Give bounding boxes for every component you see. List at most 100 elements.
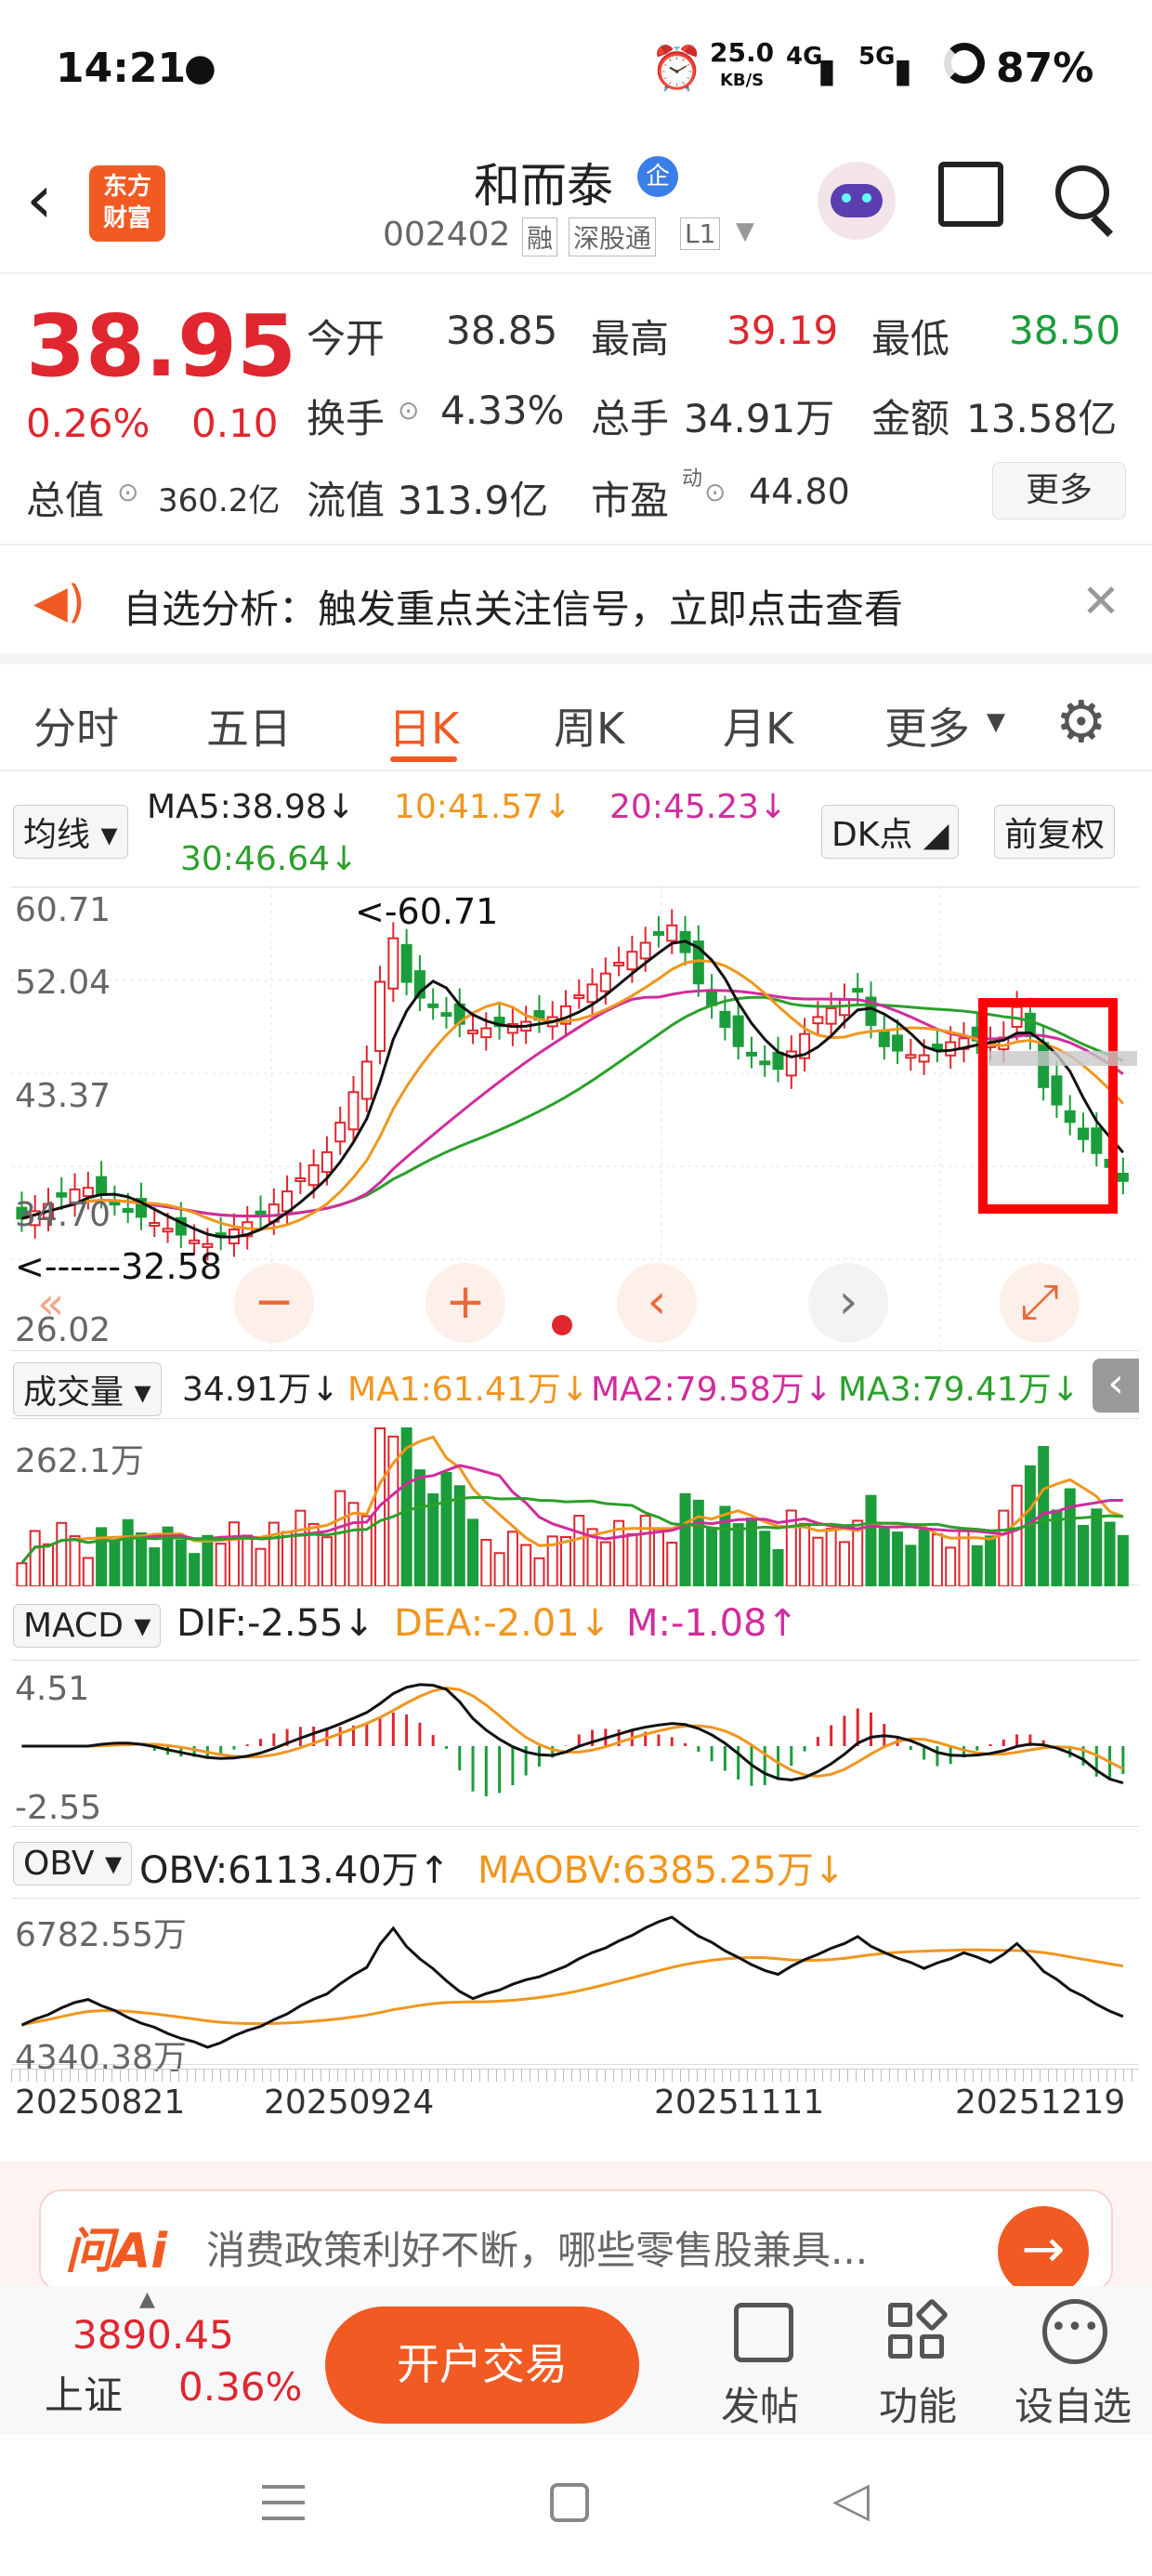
gear-icon[interactable]: ⚙: [1055, 688, 1107, 756]
more-button[interactable]: 更多: [992, 462, 1126, 519]
tab-daily-k[interactable]: 日K: [388, 695, 459, 756]
fullscreen-button[interactable]: ⤢: [1000, 1263, 1080, 1343]
open-account-trade-button[interactable]: 开户交易: [325, 2307, 639, 2424]
ai-search-box[interactable]: 问Ai 消费政策利好不断，哪些零售股兼具... →: [39, 2189, 1113, 2297]
volume-bar: [480, 1538, 492, 1586]
candle: [852, 988, 864, 993]
index-change[interactable]: 0.36%: [178, 2364, 302, 2410]
volume-bar: [1117, 1534, 1129, 1586]
kline-chart[interactable]: 60.71 52.04 43.37 34.70 26.02 <-60.71 <-…: [11, 887, 1139, 1352]
volume-bar: [440, 1472, 452, 1586]
more-dots-icon[interactable]: •••: [1042, 2299, 1107, 2364]
volume-bar: [1064, 1488, 1076, 1586]
assistant-avatar[interactable]: [818, 162, 896, 240]
info-icon[interactable]: ⊙: [704, 477, 726, 507]
back-nav-icon[interactable]: ◁: [832, 2472, 870, 2528]
rewind-icon[interactable]: «: [37, 1278, 64, 1330]
volume-bar: [16, 1562, 28, 1586]
pan-left-button[interactable]: ‹: [617, 1263, 697, 1343]
share-icon[interactable]: [938, 162, 1003, 227]
volume-bar: [242, 1534, 254, 1586]
arrow-right-icon[interactable]: →: [998, 2206, 1089, 2297]
candle: [573, 994, 585, 1000]
functions-button-label[interactable]: 功能: [879, 2375, 957, 2432]
volume-label: 总手: [591, 396, 670, 441]
indicator-selector[interactable]: 均线 ▾: [13, 805, 128, 859]
candle: [586, 983, 598, 1004]
volume-selector[interactable]: 成交量 ▾: [13, 1362, 162, 1416]
candle: [400, 943, 412, 983]
candle: [374, 980, 386, 1052]
dk-point-button[interactable]: DK点 ◢: [821, 805, 960, 859]
tab-more[interactable]: 更多: [884, 695, 970, 756]
highlight-box: [978, 998, 1118, 1214]
app-logo[interactable]: 东方 财富: [89, 165, 165, 242]
index-name[interactable]: 上证: [45, 2364, 123, 2421]
pan-right-button[interactable]: ›: [808, 1263, 888, 1343]
info-icon[interactable]: ⊙: [398, 395, 419, 426]
tab-weekly-k[interactable]: 周K: [554, 695, 624, 756]
tag-level: L1: [680, 217, 721, 250]
candle: [360, 1060, 373, 1100]
volume-bar: [931, 1533, 943, 1586]
adjust-button[interactable]: 前复权: [994, 805, 1116, 859]
collapse-panel-button[interactable]: ‹: [1093, 1359, 1139, 1413]
battery-icon: [944, 43, 985, 84]
float-value: 313.9亿: [398, 478, 549, 523]
macd-m: M:-1.08↑: [626, 1602, 798, 1645]
post-button-label[interactable]: 发帖: [721, 2375, 799, 2432]
candle: [613, 961, 625, 966]
back-icon[interactable]: ‹: [26, 160, 53, 238]
high-label: 最高: [591, 316, 670, 361]
volume-ma3: MA3:79.41万↓: [838, 1371, 1080, 1409]
candle: [626, 951, 638, 971]
volume-bar: [878, 1527, 890, 1586]
candle: [149, 1222, 161, 1228]
candle: [892, 1034, 904, 1052]
close-icon[interactable]: ✕: [1081, 574, 1120, 628]
volume-bar: [1051, 1509, 1063, 1586]
zoom-out-button[interactable]: −: [234, 1263, 314, 1343]
open-value: 38.85: [446, 308, 558, 353]
grid-icon[interactable]: [888, 2303, 912, 2327]
candle: [427, 1003, 439, 1008]
tab-monthly-k[interactable]: 月K: [723, 695, 793, 756]
home-icon[interactable]: [550, 2483, 589, 2522]
notice-bar[interactable]: ◀) 自选分析：触发重点关注信号，立即点击查看 ✕: [0, 548, 1152, 664]
battery-level: 87%: [996, 45, 1094, 92]
chevron-down-icon: ▼: [987, 708, 1005, 736]
tab-intraday[interactable]: 分时: [33, 695, 119, 756]
edit-icon[interactable]: [734, 2303, 793, 2362]
active-tab-indicator: [390, 756, 457, 762]
macd-bottom-label: -2.55: [15, 1789, 102, 1827]
volume-bar: [759, 1531, 771, 1586]
volume-bar: [825, 1528, 837, 1586]
index-value[interactable]: 3890.45: [72, 2312, 234, 2358]
volume-bar: [865, 1494, 877, 1586]
ma20-legend: 20:45.23↓: [609, 788, 788, 826]
date-2: 20250924: [264, 2083, 435, 2122]
info-icon[interactable]: ⊙: [117, 477, 138, 507]
macd-selector[interactable]: MACD ▾: [13, 1604, 162, 1648]
volume-ma2: MA2:79.58万↓: [591, 1371, 832, 1409]
obv-selector[interactable]: OBV ▾: [13, 1842, 133, 1886]
zoom-in-button[interactable]: +: [425, 1263, 505, 1343]
notice-text: 自选分析：触发重点关注信号，立即点击查看: [123, 586, 904, 632]
macd-top-label: 4.51: [15, 1670, 90, 1708]
dropdown-icon[interactable]: ▼: [736, 217, 754, 245]
volume-bar: [1104, 1521, 1116, 1586]
volume-bar: [692, 1499, 704, 1586]
ma30-legend: 30:46.64↓: [180, 840, 359, 878]
volume-bar: [149, 1547, 161, 1586]
volume-bar: [453, 1485, 465, 1586]
candle: [878, 1031, 890, 1047]
search-icon[interactable]: [1055, 165, 1109, 219]
candle: [639, 941, 651, 960]
volume-bar: [626, 1532, 638, 1586]
maobv-value: MAOBV:6385.25万↓: [478, 1849, 845, 1892]
volume-bar: [175, 1539, 187, 1586]
qq-icon: ●: [184, 46, 216, 89]
tick-axis: [11, 2069, 1139, 2082]
add-watchlist-label[interactable]: 设自选: [1015, 2375, 1132, 2432]
tab-five-day[interactable]: 五日: [206, 695, 292, 756]
